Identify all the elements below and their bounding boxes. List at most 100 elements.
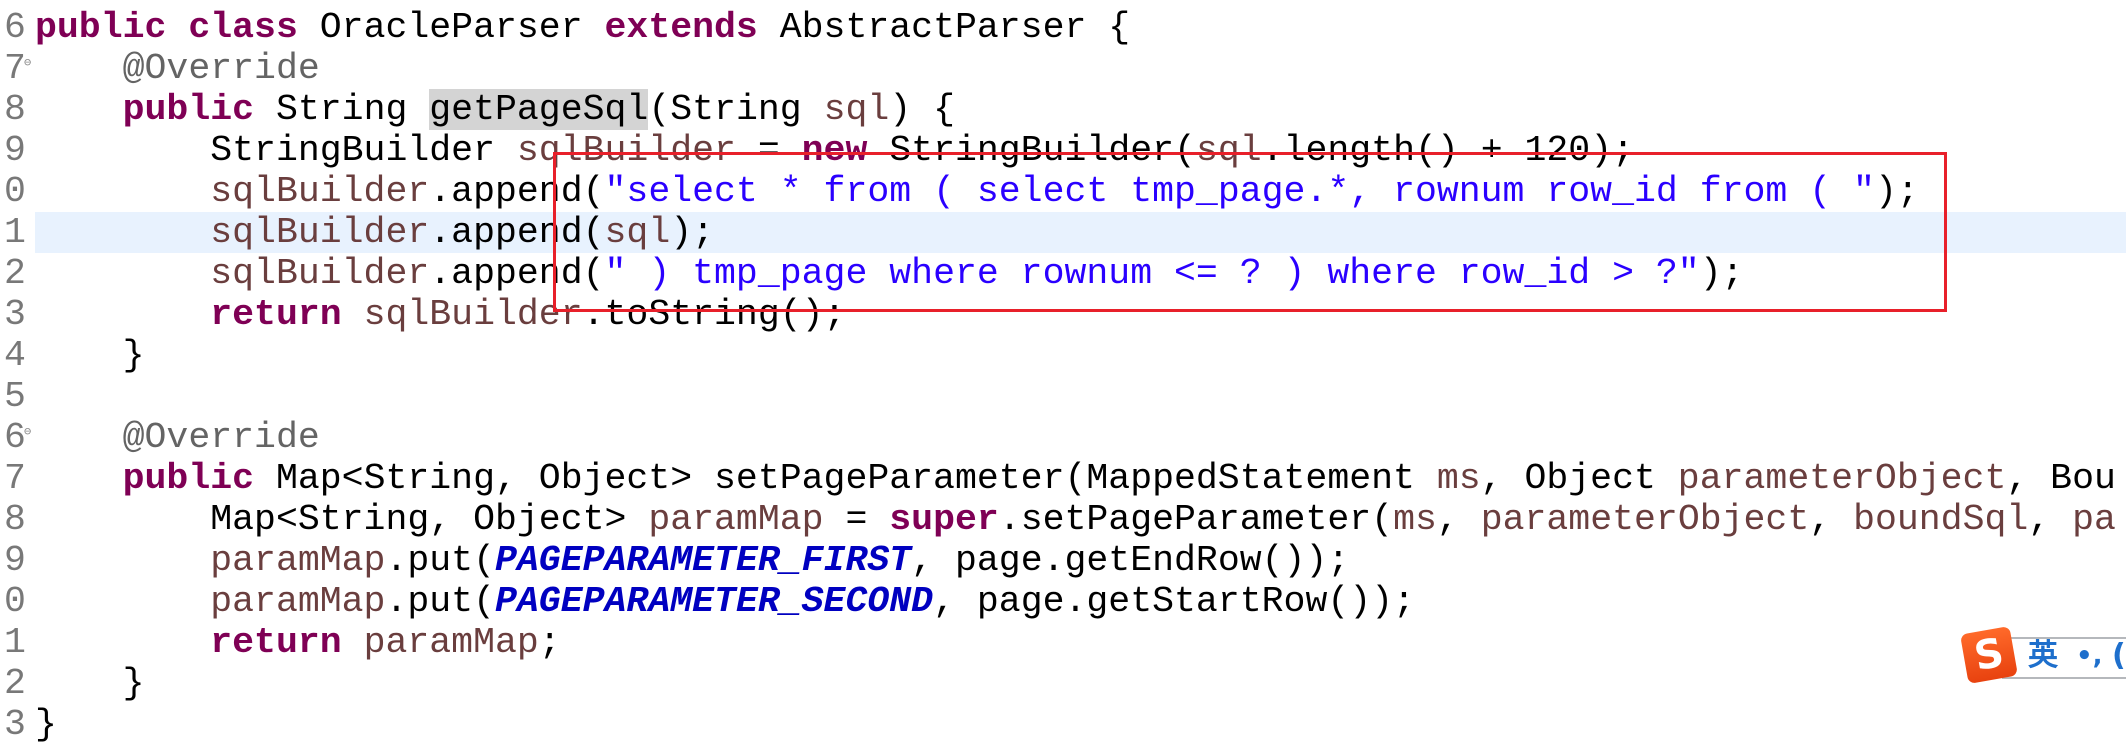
code-token: }: [35, 335, 145, 376]
line-number: 1: [4, 212, 26, 253]
code-token: , Bou: [2006, 458, 2116, 499]
code-token: String: [254, 89, 430, 130]
code-line[interactable]: 7 public Map<String, Object> setPagePara…: [0, 458, 2126, 499]
code-token: extends: [604, 7, 758, 48]
code-token: , Object: [1480, 458, 1678, 499]
code-token: sqlBuilder: [210, 171, 430, 212]
code-line[interactable]: 8 public String getPageSql(String sql) {: [0, 89, 2126, 130]
code-token: sqlBuilder: [363, 294, 583, 335]
code-token: .setPageParameter(: [998, 499, 1394, 540]
line-number: 0: [4, 171, 26, 212]
code-line[interactable]: 4 }: [0, 335, 2126, 376]
code-token: paramMap: [210, 540, 386, 581]
line-number: 9: [4, 130, 26, 171]
line-number: 6: [4, 7, 26, 48]
line-number: 9: [4, 540, 26, 581]
code-line[interactable]: 2 }: [0, 663, 2126, 704]
line-number: 1: [4, 622, 26, 663]
line-number: 2: [4, 253, 26, 294]
code-token: , page.getEndRow());: [911, 540, 1350, 581]
code-line[interactable]: 7 ⊖ @Override: [0, 48, 2126, 89]
code-token: ms: [1436, 458, 1481, 499]
code-token: }: [35, 704, 57, 745]
code-token: .put(: [385, 540, 495, 581]
code-token: @Override: [122, 48, 320, 89]
code-text: paramMap.put(PAGEPARAMETER_FIRST, page.g…: [35, 540, 2126, 581]
fold-toggle-icon[interactable]: ⊖: [24, 48, 31, 78]
line-number: 5: [4, 376, 26, 417]
ime-language-toggle[interactable]: 英: [2028, 636, 2058, 676]
sogou-logo-icon[interactable]: S: [1960, 626, 2018, 684]
code-token: pa: [2072, 499, 2116, 540]
fold-toggle-icon[interactable]: ⊖: [24, 417, 31, 447]
code-text: }: [35, 663, 2126, 704]
code-token: AbstractParser {: [757, 7, 1131, 48]
code-text: }: [35, 704, 2126, 745]
code-token: .put(: [385, 581, 495, 622]
code-text: public Map<String, Object> setPageParame…: [35, 458, 2126, 499]
code-token: ) {: [889, 89, 955, 130]
code-token: Map<String, Object> setPageParameter(Map…: [254, 458, 1437, 499]
code-token: ;: [538, 622, 561, 663]
code-text: @Override: [35, 48, 2126, 89]
code-line[interactable]: 1 return paramMap;: [0, 622, 2126, 663]
code-token: PAGEPARAMETER_SECOND: [495, 581, 934, 622]
line-number: 3: [4, 294, 26, 335]
code-text: return paramMap;: [35, 622, 2126, 663]
line-number: 0: [4, 581, 26, 622]
code-token: @Override: [122, 417, 320, 458]
code-token: }: [35, 663, 145, 704]
line-number: 2: [4, 663, 26, 704]
code-token: boundSql: [1853, 499, 2029, 540]
line-number: 3: [4, 704, 26, 745]
ime-punctuation-toggle[interactable]: •,: [2076, 636, 2103, 676]
code-text: }: [35, 335, 2126, 376]
code-line[interactable]: 3}: [0, 704, 2126, 745]
code-token: ,: [1436, 499, 1481, 540]
code-line[interactable]: 6 ⊖ @Override: [0, 417, 2126, 458]
code-line[interactable]: 6 public class OracleParser extends Abstr…: [0, 7, 2126, 48]
code-token: Map<String, Object>: [35, 499, 649, 540]
code-token: StringBuilder: [35, 130, 517, 171]
code-token: ,: [1809, 499, 1854, 540]
code-token: paramMap: [210, 581, 386, 622]
code-token: parameterObject: [1677, 458, 2007, 499]
code-token: return: [210, 294, 342, 335]
code-token: public: [35, 7, 167, 48]
code-text: paramMap.put(PAGEPARAMETER_SECOND, page.…: [35, 581, 2126, 622]
code-line[interactable]: 9 paramMap.put(PAGEPARAMETER_FIRST, page…: [0, 540, 2126, 581]
code-line[interactable]: 5: [0, 376, 2126, 417]
code-text: @Override: [35, 417, 2126, 458]
ime-more-toggle[interactable]: (: [2112, 636, 2126, 676]
line-number: 4: [4, 335, 26, 376]
code-token: return: [210, 622, 342, 663]
code-token: public: [122, 458, 255, 499]
line-number: 7: [4, 458, 26, 499]
code-text: public class OracleParser extends Abstra…: [35, 7, 2126, 48]
code-token: parameterObject: [1480, 499, 1810, 540]
code-token: sqlBuilder: [210, 253, 430, 294]
code-token: ms: [1393, 499, 1437, 540]
code-editor[interactable]: 6 public class OracleParser extends Abstr…: [0, 0, 2126, 745]
ime-bar: [2002, 637, 2126, 679]
code-token: paramMap: [648, 499, 824, 540]
code-token: sqlBuilder: [210, 212, 430, 253]
code-token: , page.getStartRow());: [933, 581, 1415, 622]
code-token: sql: [823, 89, 890, 130]
ime-toolbar[interactable]: S 英 •, (: [1960, 626, 2126, 685]
code-line[interactable]: 0 paramMap.put(PAGEPARAMETER_SECOND, pag…: [0, 581, 2126, 622]
code-line[interactable]: 8 Map<String, Object> paramMap = super.s…: [0, 499, 2126, 540]
